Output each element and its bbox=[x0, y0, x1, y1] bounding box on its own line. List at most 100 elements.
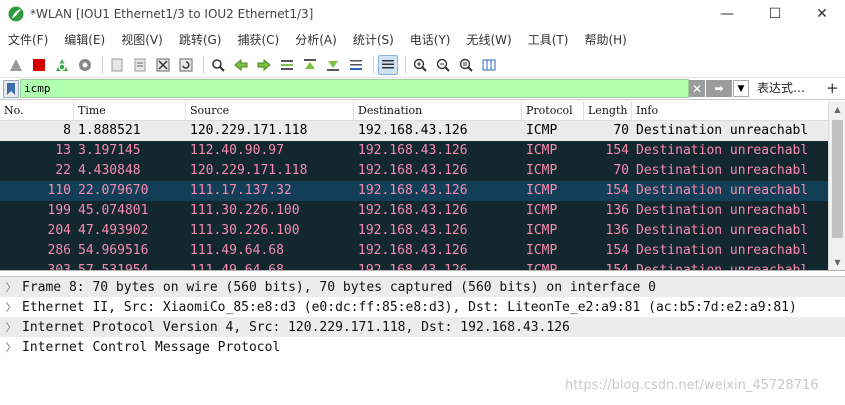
detail-text: Ethernet II, Src: XiaomiCo_85:e8:d3 (e0:… bbox=[22, 299, 797, 315]
packet-list: No. Time Source Destination Protocol Len… bbox=[0, 101, 845, 271]
cell-time: 47.493902 bbox=[78, 223, 149, 238]
menu-help[interactable]: 帮助(H) bbox=[576, 28, 634, 52]
main-toolbar bbox=[0, 52, 845, 78]
cell-time: 57.531954 bbox=[78, 263, 149, 271]
close-button[interactable]: ✕ bbox=[799, 0, 845, 28]
open-file-icon[interactable] bbox=[107, 55, 127, 75]
cell-no: 13 bbox=[55, 143, 71, 158]
packet-row[interactable]: 8 1.888521 120.229.171.118 192.168.43.12… bbox=[0, 121, 828, 141]
apply-filter-button[interactable]: ➡ bbox=[706, 80, 732, 97]
cell-length: 154 bbox=[605, 263, 629, 271]
find-icon[interactable] bbox=[208, 55, 228, 75]
cell-destination: 192.168.43.126 bbox=[358, 203, 468, 218]
packet-list-scrollbar[interactable]: ▲ ▼ bbox=[828, 101, 845, 270]
detail-ethernet[interactable]: 〉 Ethernet II, Src: XiaomiCo_85:e8:d3 (e… bbox=[0, 297, 845, 317]
forward-icon[interactable] bbox=[254, 55, 274, 75]
column-header-destination[interactable]: Destination bbox=[354, 101, 522, 120]
scroll-down-icon[interactable]: ▼ bbox=[829, 254, 845, 270]
cell-no: 303 bbox=[47, 263, 71, 271]
cell-source: 111.17.137.32 bbox=[190, 183, 292, 198]
detail-ipv4[interactable]: 〉 Internet Protocol Version 4, Src: 120.… bbox=[0, 317, 845, 337]
resize-columns-icon[interactable] bbox=[479, 55, 499, 75]
cell-no: 8 bbox=[63, 123, 71, 138]
cell-length: 154 bbox=[605, 183, 629, 198]
cell-destination: 192.168.43.126 bbox=[358, 123, 468, 138]
maximize-button[interactable]: ☐ bbox=[752, 0, 798, 28]
cell-source: 120.229.171.118 bbox=[190, 123, 308, 138]
cell-length: 70 bbox=[613, 163, 629, 178]
filter-history-dropdown[interactable]: ▼ bbox=[733, 80, 749, 97]
reload-icon[interactable] bbox=[176, 55, 196, 75]
menu-view[interactable]: 视图(V) bbox=[113, 28, 171, 52]
expand-arrow-icon[interactable]: 〉 bbox=[0, 339, 22, 355]
clear-filter-button[interactable]: ✕ bbox=[689, 80, 705, 97]
cell-time: 45.074801 bbox=[78, 203, 149, 218]
cell-time: 22.079670 bbox=[78, 183, 149, 198]
window-title: *WLAN [IOU1 Ethernet1/3 to IOU2 Ethernet… bbox=[30, 7, 314, 21]
first-packet-icon[interactable] bbox=[300, 55, 320, 75]
packet-row[interactable]: 286 54.969516 111.49.64.68 192.168.43.12… bbox=[0, 241, 828, 261]
cell-length: 136 bbox=[605, 203, 629, 218]
cell-time: 3.197145 bbox=[78, 143, 141, 158]
expand-arrow-icon[interactable]: 〉 bbox=[0, 299, 22, 315]
cell-source: 111.30.226.100 bbox=[190, 203, 300, 218]
column-header-info[interactable]: Info bbox=[632, 101, 828, 120]
cell-info: Destination unreachabl bbox=[636, 243, 809, 258]
add-filter-button[interactable]: + bbox=[826, 78, 839, 99]
scrollbar-thumb[interactable] bbox=[832, 120, 843, 238]
cell-protocol: ICMP bbox=[526, 243, 558, 258]
cell-source: 112.40.90.97 bbox=[190, 143, 284, 158]
autoscroll-icon[interactable] bbox=[346, 55, 366, 75]
zoom-normal-icon[interactable] bbox=[456, 55, 476, 75]
cell-info: Destination unreachabl bbox=[636, 183, 809, 198]
menu-tools[interactable]: 工具(T) bbox=[520, 28, 577, 52]
display-filter-input[interactable]: icmp bbox=[20, 79, 689, 98]
packet-row[interactable]: 199 45.074801 111.30.226.100 192.168.43.… bbox=[0, 201, 828, 221]
minimize-button[interactable]: — bbox=[704, 0, 750, 28]
expression-button[interactable]: 表达式… bbox=[757, 78, 805, 99]
cell-destination: 192.168.43.126 bbox=[358, 183, 468, 198]
expand-arrow-icon[interactable]: 〉 bbox=[0, 319, 22, 335]
cell-info: Destination unreachabl bbox=[636, 143, 809, 158]
cell-time: 54.969516 bbox=[78, 243, 149, 258]
capture-options-icon[interactable] bbox=[75, 55, 95, 75]
packet-details-pane: 〉 Frame 8: 70 bytes on wire (560 bits), … bbox=[0, 276, 845, 405]
menu-telephony[interactable]: 电话(Y) bbox=[402, 28, 459, 52]
column-header-time[interactable]: Time bbox=[74, 101, 186, 120]
colorize-icon[interactable] bbox=[378, 54, 398, 75]
menu-file[interactable]: 文件(F) bbox=[0, 28, 56, 52]
column-header-protocol[interactable]: Protocol bbox=[522, 101, 584, 120]
menu-edit[interactable]: 编辑(E) bbox=[56, 28, 113, 52]
packet-row[interactable]: 204 47.493902 111.30.226.100 192.168.43.… bbox=[0, 221, 828, 241]
toolbar-separator bbox=[203, 55, 204, 74]
packet-row[interactable]: 110 22.079670 111.17.137.32 192.168.43.1… bbox=[0, 181, 828, 201]
menu-statistics[interactable]: 统计(S) bbox=[345, 28, 402, 52]
zoom-out-icon[interactable] bbox=[433, 55, 453, 75]
title-bar: *WLAN [IOU1 Ethernet1/3 to IOU2 Ethernet… bbox=[0, 0, 845, 28]
cell-length: 154 bbox=[605, 243, 629, 258]
detail-frame[interactable]: 〉 Frame 8: 70 bytes on wire (560 bits), … bbox=[0, 277, 845, 297]
menu-go[interactable]: 跳转(G) bbox=[171, 28, 230, 52]
stop-icon[interactable] bbox=[29, 55, 49, 75]
shark-fin-start-icon[interactable] bbox=[6, 55, 26, 75]
save-file-icon[interactable] bbox=[130, 55, 150, 75]
restart-icon[interactable] bbox=[52, 55, 72, 75]
packet-row[interactable]: 22 4.430848 120.229.171.118 192.168.43.1… bbox=[0, 161, 828, 181]
menu-capture[interactable]: 捕获(C) bbox=[229, 28, 287, 52]
last-packet-icon[interactable] bbox=[323, 55, 343, 75]
column-header-source[interactable]: Source bbox=[186, 101, 354, 120]
back-icon[interactable] bbox=[231, 55, 251, 75]
packet-row[interactable]: 303 57.531954 111.49.64.68 192.168.43.12… bbox=[0, 261, 828, 271]
detail-icmp[interactable]: 〉 Internet Control Message Protocol bbox=[0, 337, 845, 357]
close-file-icon[interactable] bbox=[153, 55, 173, 75]
menu-analyze[interactable]: 分析(A) bbox=[287, 28, 345, 52]
menu-wireless[interactable]: 无线(W) bbox=[459, 28, 520, 52]
column-header-no[interactable]: No. bbox=[0, 101, 74, 120]
bookmark-icon[interactable] bbox=[3, 79, 19, 98]
scroll-up-icon[interactable]: ▲ bbox=[829, 101, 845, 118]
expand-arrow-icon[interactable]: 〉 bbox=[0, 279, 22, 295]
goto-packet-icon[interactable] bbox=[277, 55, 297, 75]
column-header-length[interactable]: Length bbox=[584, 101, 632, 120]
packet-row[interactable]: 13 3.197145 112.40.90.97 192.168.43.126 … bbox=[0, 141, 828, 161]
zoom-in-icon[interactable] bbox=[410, 55, 430, 75]
